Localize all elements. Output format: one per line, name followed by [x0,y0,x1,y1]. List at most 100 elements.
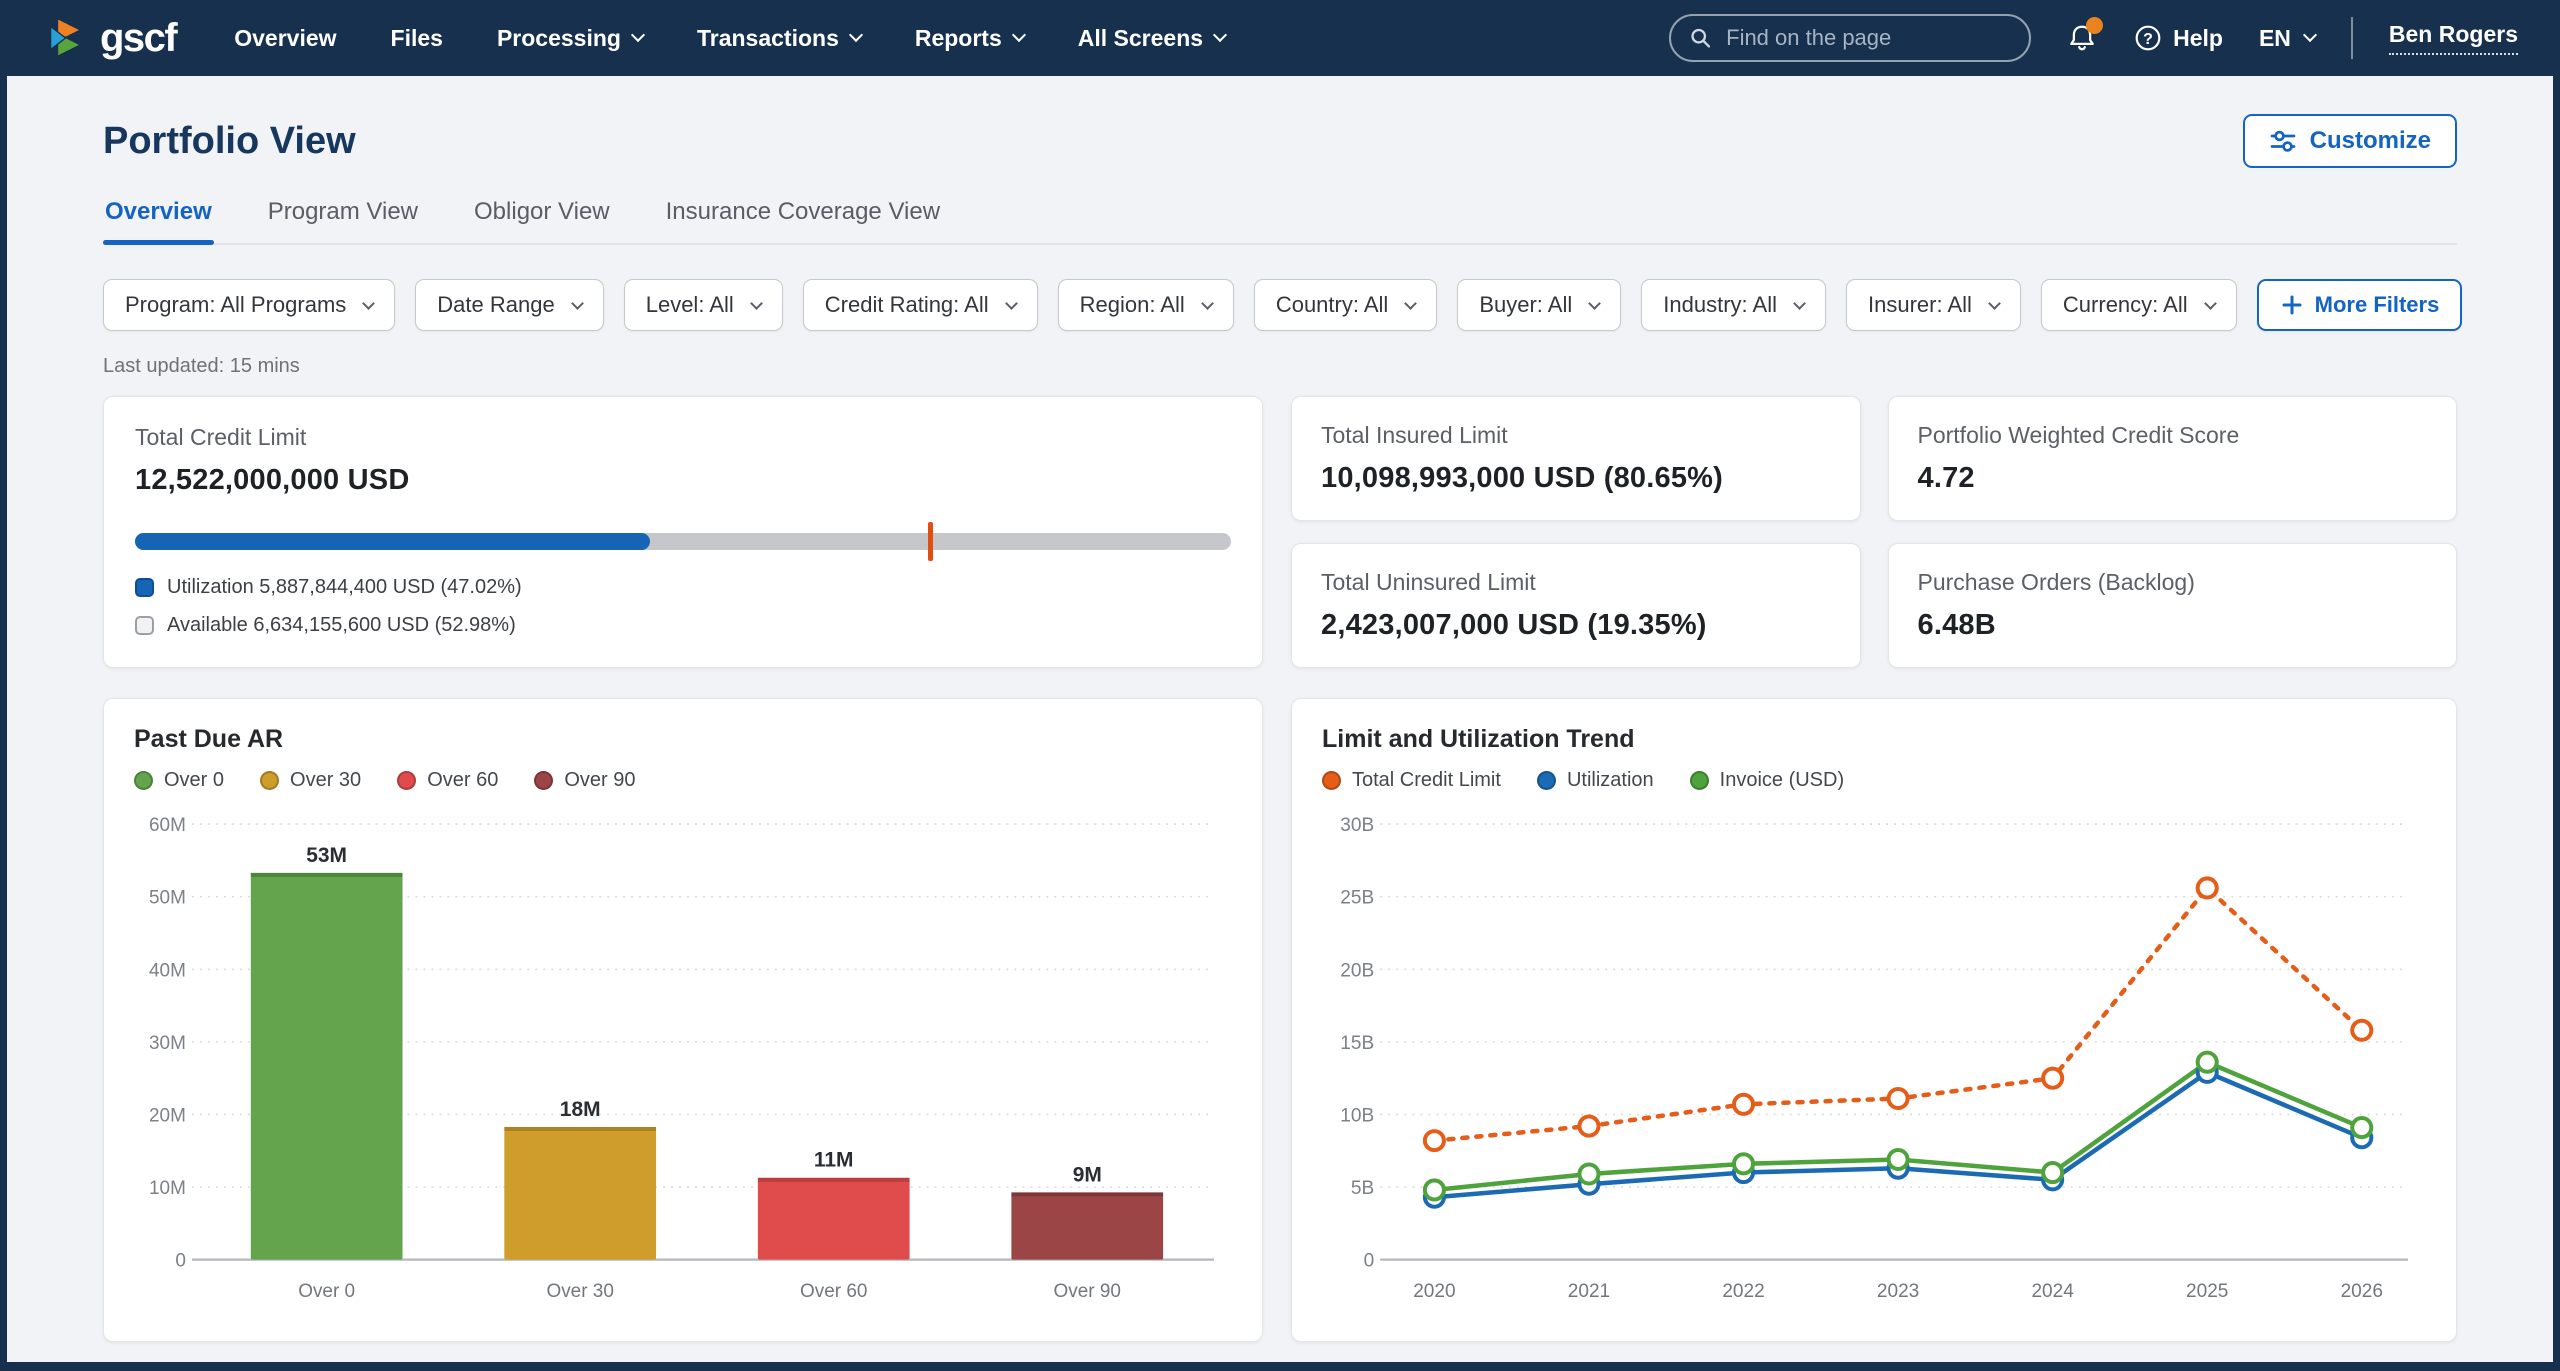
legend-invoice-usd[interactable]: Invoice (USD) [1690,769,1844,792]
kpi-value: 6.48B [1918,609,2428,642]
legend-total-credit-limit[interactable]: Total Credit Limit [1322,769,1501,792]
svg-text:0: 0 [1364,1251,1375,1272]
chart-title: Past Due AR [134,725,1232,754]
filter-label: Level: All [646,292,734,318]
page-search[interactable] [1669,14,2031,62]
purchase-orders-card: Purchase Orders (Backlog) 6.48B [1888,543,2458,668]
legend-over-0[interactable]: Over 0 [134,769,224,792]
svg-text:2026: 2026 [2341,1281,2383,1302]
user-menu[interactable]: Ben Rogers [2389,21,2518,55]
filter-bar: Program: All Programs Date Range Level: Al… [103,279,2457,331]
nav-item-label: Transactions [697,25,839,52]
logo[interactable]: gscf [46,15,176,61]
legend-over-30[interactable]: Over 30 [260,769,361,792]
filter-insurer-all[interactable]: Insurer: All [1846,279,2021,331]
kpi-label: Purchase Orders (Backlog) [1918,569,2428,596]
kpi-label: Portfolio Weighted Credit Score [1918,422,2428,449]
limit-utilization-trend-card: Limit and Utilization Trend Total Credit… [1291,698,2457,1342]
nav-item-label: Processing [497,25,621,52]
filter-level-all[interactable]: Level: All [624,279,783,331]
help-label: Help [2173,25,2223,52]
filter-label: Date Range [437,292,554,318]
filter-label: Country: All [1276,292,1389,318]
threshold-marker [928,522,933,561]
filter-industry-all[interactable]: Industry: All [1641,279,1826,331]
trend-legend: Total Credit Limit Utilization Invoice (US… [1322,769,2426,792]
customize-button[interactable]: Customize [2243,114,2457,168]
chevron-down-icon [1005,297,1018,310]
nav-item-reports[interactable]: Reports [915,25,1024,52]
svg-text:30M: 30M [149,1033,186,1054]
total-insured-limit-card: Total Insured Limit 10,098,993,000 USD (… [1291,396,1861,521]
view-tabs: Overview Program View Obligor View Insuranc… [103,198,2457,245]
logo-icon [46,15,92,61]
filter-date-range[interactable]: Date Range [415,279,603,331]
page-title: Portfolio View [103,120,356,163]
filter-buyer-all[interactable]: Buyer: All [1457,279,1621,331]
svg-text:15B: 15B [1340,1033,1374,1054]
chevron-down-icon [2303,28,2317,42]
tab-insurance-coverage-view[interactable]: Insurance Coverage View [664,198,942,243]
nav-item-transactions[interactable]: Transactions [697,25,861,52]
tab-overview[interactable]: Overview [103,198,214,243]
svg-text:Over 60: Over 60 [800,1281,867,1302]
filter-currency-all[interactable]: Currency: All [2041,279,2237,331]
filter-country-all[interactable]: Country: All [1254,279,1438,331]
help-button[interactable]: ? Help [2133,23,2223,53]
legend-dot [1690,771,1709,790]
nav-item-all-screens[interactable]: All Screens [1078,25,1225,52]
svg-text:0: 0 [175,1251,186,1272]
more-filters-button[interactable]: More Filters [2257,279,2463,331]
kpi-label: Total Uninsured Limit [1321,569,1831,596]
kpi-grid: Total Insured Limit 10,098,993,000 USD (… [1291,396,2457,668]
page-content: Portfolio View Customize Overview Program… [7,76,2553,1362]
nav-item-processing[interactable]: Processing [497,25,643,52]
nav-item-files[interactable]: Files [391,25,443,52]
filter-label: Currency: All [2063,292,2188,318]
legend-label: Total Credit Limit [1352,769,1501,792]
svg-text:2025: 2025 [2186,1281,2228,1302]
svg-text:18M: 18M [560,1098,601,1121]
filter-credit-rating-all[interactable]: Credit Rating: All [803,279,1038,331]
tab-program-view[interactable]: Program View [266,198,420,243]
filter-program-all-programs[interactable]: Program: All Programs [103,279,395,331]
notifications-button[interactable] [2067,22,2097,54]
legend-dot [397,771,416,790]
svg-text:11M: 11M [814,1149,854,1172]
search-input[interactable] [1726,25,2011,51]
notification-dot [2086,17,2103,34]
legend-dot [1537,771,1556,790]
credit-limit-legend: Utilization 5,887,844,400 USD (47.02%)Av… [135,576,1231,637]
total-uninsured-limit-card: Total Uninsured Limit 2,423,007,000 USD … [1291,543,1861,668]
last-updated: Last updated: 15 mins [103,355,2457,378]
filter-region-all[interactable]: Region: All [1058,279,1234,331]
navbar-right: ? Help EN Ben Rogers [1669,14,2518,62]
chevron-down-icon [1404,297,1417,310]
question-icon: ? [2133,23,2163,53]
chevron-down-icon [631,28,645,42]
legend-label: Over 60 [427,769,498,792]
primary-nav: Overview Files Processing Transactions Repor… [234,25,1225,52]
chevron-down-icon [362,297,375,310]
chevron-down-icon [750,297,763,310]
legend-swatch [135,578,154,597]
svg-text:10B: 10B [1340,1105,1374,1126]
legend-label: Over 0 [164,769,224,792]
svg-text:2020: 2020 [1413,1281,1455,1302]
language-selector[interactable]: EN [2259,25,2315,52]
kpi-row: Total Credit Limit 12,522,000,000 USD Ut… [103,396,2457,668]
more-filters-label: More Filters [2315,292,2440,318]
chevron-down-icon [1988,297,2001,310]
nav-item-overview[interactable]: Overview [234,25,336,52]
legend-label: Available 6,634,155,600 USD (52.98%) [167,614,516,637]
legend-utilization[interactable]: Utilization [1537,769,1654,792]
chevron-down-icon [1213,28,1227,42]
kpi-value: 4.72 [1918,462,2428,495]
chart-title: Limit and Utilization Trend [1322,725,2426,754]
legend-label: Over 90 [564,769,635,792]
legend-over-60[interactable]: Over 60 [397,769,498,792]
utilization-fill [135,533,650,550]
legend-over-90[interactable]: Over 90 [534,769,635,792]
chevron-down-icon [2204,297,2217,310]
tab-obligor-view[interactable]: Obligor View [472,198,612,243]
